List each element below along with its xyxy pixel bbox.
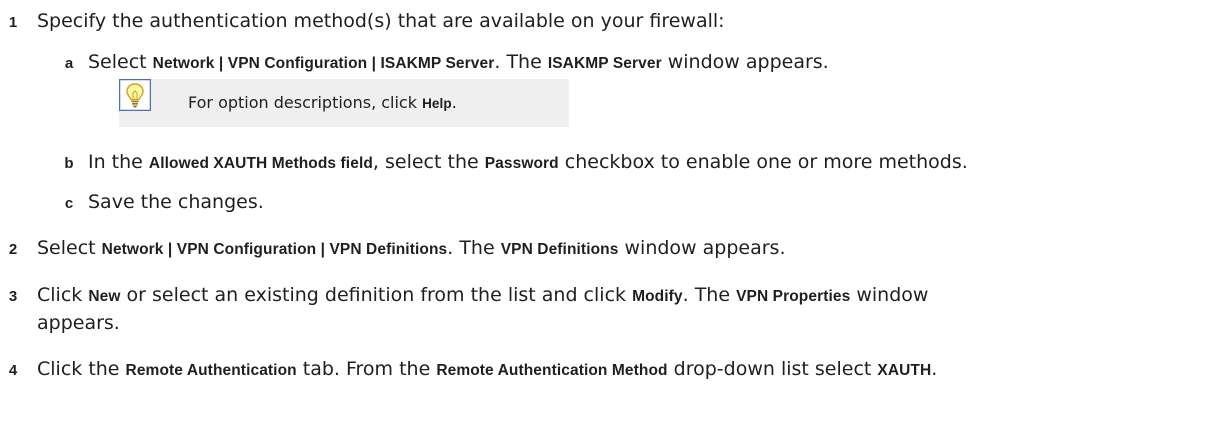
step-text: Select Network | VPN Configuration | VPN… — [37, 236, 785, 262]
field-name: Allowed XAUTH Methods field — [148, 155, 373, 172]
text-segment: Click — [37, 284, 89, 306]
step-number: 1 — [8, 14, 18, 31]
text-segment: In the — [88, 151, 149, 173]
window-name: ISAKMP Server — [547, 55, 662, 72]
lightbulb-icon — [118, 78, 152, 112]
button-name: New — [88, 288, 121, 305]
substep-letter: c — [64, 195, 74, 212]
text-segment: window — [850, 284, 929, 306]
help-label: Help — [422, 96, 452, 111]
text-segment: Select — [37, 237, 102, 259]
substep-letter: b — [64, 155, 74, 172]
step-text: Specify the authentication method(s) tha… — [37, 10, 725, 32]
dropdown-name: Remote Authentication Method — [436, 362, 668, 379]
step-number: 3 — [8, 288, 18, 305]
window-name: VPN Definitions — [500, 241, 619, 258]
text-segment: window appears. — [661, 51, 829, 73]
text-segment: . The — [494, 51, 548, 73]
substep-text: Select Network | VPN Configuration | ISA… — [88, 50, 829, 76]
substep-text: Save the changes. — [88, 191, 264, 213]
text-segment: Select — [88, 51, 153, 73]
text-segment: Click the — [37, 358, 126, 380]
text-segment: , select the — [372, 151, 485, 173]
checkbox-name: Password — [484, 155, 559, 172]
step-text: appears. — [37, 312, 120, 334]
step-text: Click New or select an existing definiti… — [37, 283, 928, 309]
step-number: 2 — [8, 241, 18, 258]
option-name: XAUTH — [877, 362, 932, 379]
text-segment: . — [931, 358, 938, 380]
text-segment: . The — [447, 237, 501, 259]
menu-path: Network | VPN Configuration | ISAKMP Ser… — [152, 55, 495, 72]
substep-letter: a — [64, 55, 74, 72]
text-segment: or select an existing definition from th… — [120, 284, 633, 306]
text-segment: window appears. — [618, 237, 786, 259]
tab-name: Remote Authentication — [125, 362, 297, 379]
text-segment: drop-down list select — [667, 358, 878, 380]
text-segment: . — [451, 93, 457, 112]
step-text: Click the Remote Authentication tab. Fro… — [37, 357, 937, 383]
step-number: 4 — [8, 362, 18, 379]
text-segment: . The — [682, 284, 737, 306]
text-segment: tab. From the — [296, 358, 437, 380]
menu-path: Network | VPN Configuration | VPN Defini… — [101, 241, 448, 258]
substep-text: In the Allowed XAUTH Methods field, sele… — [88, 150, 968, 176]
text-segment: For option descriptions, click — [188, 93, 423, 112]
button-name: Modify — [632, 288, 683, 305]
text-segment: checkbox to enable one or more methods. — [558, 151, 968, 173]
tip-text: For option descriptions, click Help. — [188, 92, 457, 115]
window-name: VPN Properties — [736, 288, 851, 305]
